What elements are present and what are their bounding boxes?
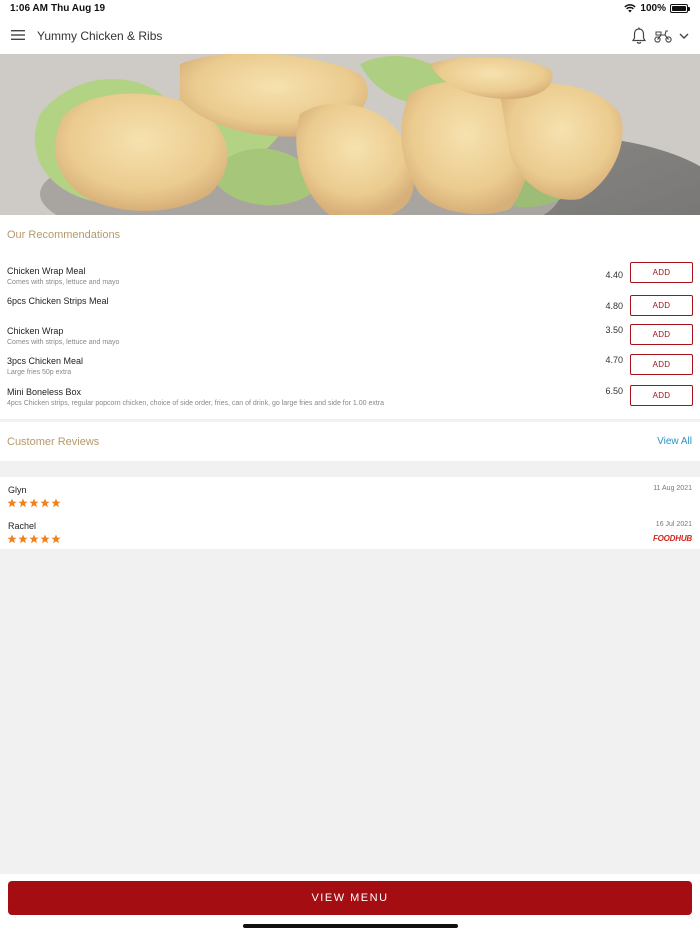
reviewer-name: Rachel (8, 521, 37, 531)
app-header: Yummy Chicken & Ribs (0, 18, 700, 54)
delivery-scooter-icon[interactable] (654, 29, 672, 43)
add-button[interactable]: ADD (630, 324, 693, 345)
menu-item[interactable]: Mini Boneless Box 4pcs Chicken strips, r… (0, 385, 700, 417)
star-icon (51, 498, 61, 508)
star-icon (7, 534, 17, 544)
bottom-bar: VIEW MENU (0, 874, 700, 934)
view-all-link[interactable]: View All (657, 436, 692, 447)
item-price: 4.40 (605, 270, 623, 280)
star-icon (7, 498, 17, 508)
reviews-list: Glyn 11 Aug 2021 Rachel 16 Jul 2021 FOOD… (0, 477, 700, 549)
item-price: 3.50 (605, 325, 623, 335)
star-rating (7, 534, 61, 544)
reviews-title: Customer Reviews (7, 436, 100, 448)
item-name: Mini Boneless Box (7, 387, 82, 397)
battery-percent: 100% (640, 3, 666, 14)
add-button[interactable]: ADD (630, 262, 693, 283)
battery-icon (670, 4, 690, 13)
add-button[interactable]: ADD (630, 295, 693, 316)
item-name: 6pcs Chicken Strips Meal (7, 296, 109, 306)
view-menu-button[interactable]: VIEW MENU (8, 881, 692, 915)
star-icon (40, 498, 50, 508)
item-name: 3pcs Chicken Meal (7, 356, 84, 366)
home-indicator (243, 924, 458, 928)
item-description: Comes with strips, lettuce and mayo (7, 339, 120, 346)
review-date: 16 Jul 2021 (655, 521, 692, 528)
star-icon (18, 498, 28, 508)
status-date: Thu Aug 19 (51, 3, 106, 14)
item-name: Chicken Wrap Meal (7, 266, 86, 276)
recommendations-section: Our Recommendations Chicken Wrap Meal Co… (0, 215, 700, 419)
restaurant-name: Yummy Chicken & Ribs (37, 29, 163, 43)
status-right: 100% (624, 3, 690, 14)
star-rating (7, 498, 61, 508)
star-icon (29, 534, 39, 544)
reviewer-name: Glyn (8, 485, 27, 495)
star-icon (18, 534, 28, 544)
status-time: 1:06 AM (10, 3, 48, 14)
review-date: 11 Aug 2021 (653, 485, 692, 492)
star-icon (51, 534, 61, 544)
bell-icon[interactable] (631, 27, 647, 45)
star-icon (29, 498, 39, 508)
review-item: Glyn 11 Aug 2021 (0, 485, 700, 517)
item-description: Large fries 50p extra (7, 369, 72, 376)
add-button[interactable]: ADD (630, 385, 693, 406)
recommendations-title: Our Recommendations (7, 229, 121, 241)
wifi-icon (624, 4, 637, 13)
foodhub-logo: FOODHUB (652, 534, 692, 543)
star-icon (40, 534, 50, 544)
item-price: 4.70 (605, 355, 623, 365)
menu-item[interactable]: 3pcs Chicken Meal Large fries 50p extra … (0, 354, 700, 386)
item-price: 4.80 (605, 301, 623, 311)
item-name: Chicken Wrap (7, 326, 64, 336)
item-description: Comes with strips, lettuce and mayo (7, 279, 120, 286)
add-button[interactable]: ADD (630, 354, 693, 375)
item-price: 6.50 (605, 386, 623, 396)
reviews-header: Customer Reviews View All (0, 422, 700, 461)
item-description: 4pcs Chicken strips, regular popcorn chi… (7, 400, 385, 407)
menu-icon[interactable] (11, 29, 25, 41)
review-item: Rachel 16 Jul 2021 FOODHUB (0, 521, 700, 553)
fried-chicken-image (0, 54, 700, 215)
menu-item[interactable]: Chicken Wrap Meal Comes with strips, let… (0, 262, 700, 296)
menu-item[interactable]: Chicken Wrap Comes with strips, lettuce … (0, 324, 700, 356)
menu-item[interactable]: 6pcs Chicken Strips Meal 4.80 ADD (0, 295, 700, 326)
hero-image (0, 54, 700, 215)
status-bar: 1:06 AM Thu Aug 19 100% (0, 0, 700, 18)
chevron-down-icon[interactable] (678, 31, 690, 41)
